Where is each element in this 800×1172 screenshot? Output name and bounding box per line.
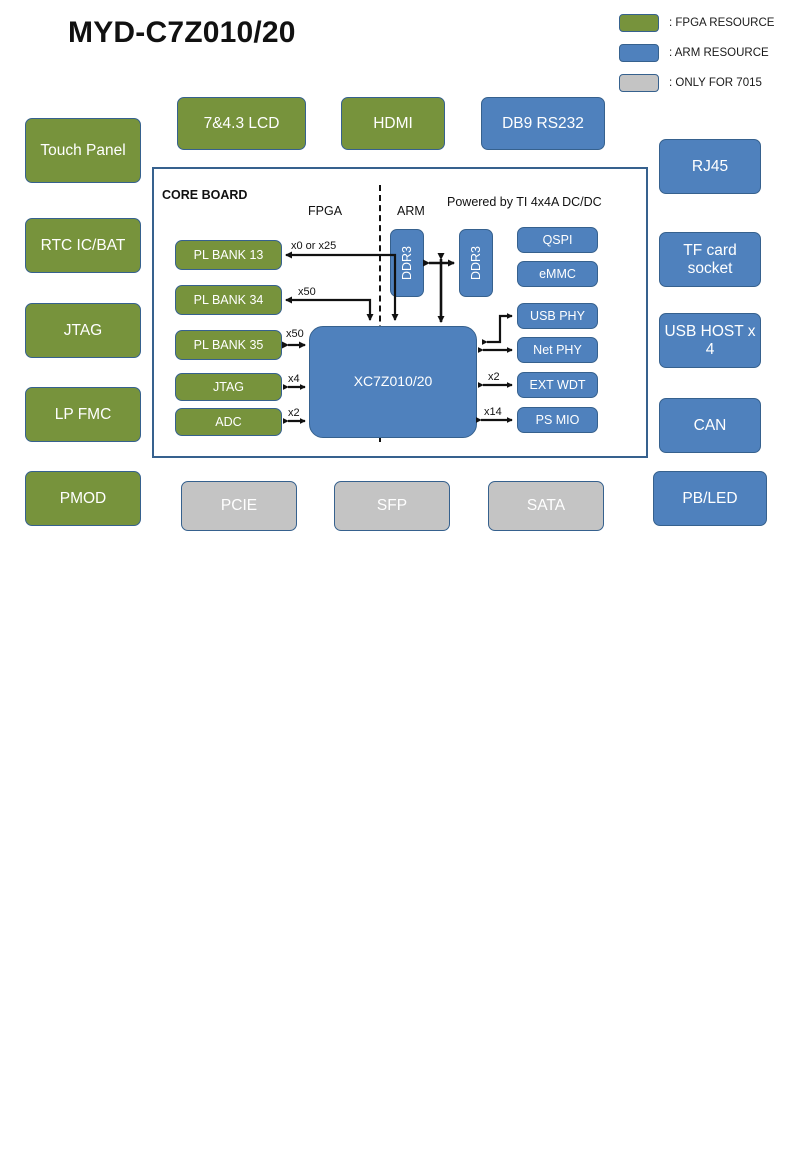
peripheral-pmod-label: PMOD [59,489,107,507]
peripheral-usb-host-label: USB HOST x 4 [664,323,756,358]
bus-label-ps-mio: x14 [484,406,502,418]
peripheral-pb-led-label: PB/LED [682,489,738,507]
peripheral-pcie[interactable]: PCIE [181,481,297,531]
legend-label-fpga: : FPGA RESOURCE [669,17,775,29]
peripheral-hdmi[interactable]: HDMI [341,97,445,150]
core-block-qspi[interactable]: QSPI [517,227,598,253]
core-block-usb-phy[interactable]: USB PHY [517,303,598,329]
peripheral-tf-card-socket[interactable]: TF card socket [659,232,761,287]
watermark: 电子发烧友 www.elecfans.com [668,534,798,582]
core-block-jtag[interactable]: JTAG [175,373,282,401]
core-board-title: CORE BOARD [162,188,248,202]
legend-item-only7015: : ONLY FOR 7015 [619,72,795,94]
legend-label-arm: : ARM RESOURCE [669,47,769,59]
legend-swatch-arm [619,44,659,62]
core-block-emmc[interactable]: eMMC [517,261,598,287]
peripheral-sfp[interactable]: SFP [334,481,450,531]
core-block-net-phy[interactable]: Net PHY [517,337,598,363]
core-block-ddr3-1[interactable]: DDR3 [390,229,424,297]
core-block-pl-bank-34[interactable]: PL BANK 34 [175,285,282,315]
core-block-ext-wdt-label: EXT WDT [529,378,586,392]
core-block-ext-wdt[interactable]: EXT WDT [517,372,598,398]
legend: : FPGA RESOURCE : ARM RESOURCE : ONLY FO… [619,12,795,102]
core-block-qspi-label: QSPI [542,233,573,247]
peripheral-pcie-label: PCIE [220,497,258,515]
core-block-ps-mio[interactable]: PS MIO [517,407,598,433]
peripheral-jtag-left-label: JTAG [63,321,103,339]
core-block-jtag-label: JTAG [212,380,245,394]
peripheral-pb-led[interactable]: PB/LED [653,471,767,526]
core-block-usb-phy-label: USB PHY [530,309,585,323]
peripheral-hdmi-label: HDMI [373,114,413,132]
bus-label-ext-wdt: x2 [488,371,500,383]
peripheral-lp-fmc-label: LP FMC [54,405,112,423]
section-label-arm: ARM [397,204,425,218]
bus-label-jtag: x4 [288,373,300,385]
core-block-ddr3-2[interactable]: DDR3 [459,229,493,297]
bus-label-adc: x2 [288,407,300,419]
peripheral-lp-fmc[interactable]: LP FMC [25,387,141,442]
peripheral-rj45[interactable]: RJ45 [659,139,761,194]
peripheral-lcd-label: 7&4.3 LCD [203,114,280,132]
soc-xc7z010-20[interactable]: XC7Z010/20 [309,326,477,438]
peripheral-sata[interactable]: SATA [488,481,604,531]
legend-item-arm: : ARM RESOURCE [619,42,795,64]
peripheral-sfp-label: SFP [376,497,408,515]
core-block-ps-mio-label: PS MIO [535,413,580,427]
peripheral-sata-label: SATA [526,497,566,515]
legend-item-fpga: : FPGA RESOURCE [619,12,795,34]
bus-label-pl-bank-13: x0 or x25 [291,240,337,252]
peripheral-lcd[interactable]: 7&4.3 LCD [177,97,306,150]
core-block-adc[interactable]: ADC [175,408,282,436]
peripheral-db9-rs232[interactable]: DB9 RS232 [481,97,605,150]
core-block-ddr3-1-label: DDR3 [400,245,414,281]
peripheral-usb-host[interactable]: USB HOST x 4 [659,313,761,368]
bus-label-pl-bank-34: x50 [298,286,316,298]
core-block-pl-bank-35-label: PL BANK 35 [193,338,264,352]
peripheral-rj45-label: RJ45 [691,157,729,175]
legend-label-only7015: : ONLY FOR 7015 [669,77,762,89]
core-block-pl-bank-35[interactable]: PL BANK 35 [175,330,282,360]
core-block-adc-label: ADC [215,415,242,429]
peripheral-rtc-ic-bat[interactable]: RTC IC/BAT [25,218,141,273]
section-label-fpga: FPGA [308,204,343,218]
peripheral-touch-panel[interactable]: Touch Panel [25,118,141,183]
peripheral-tf-card-socket-label: TF card socket [683,242,737,277]
peripheral-touch-panel-label: Touch Panel [40,141,126,159]
core-block-net-phy-label: Net PHY [533,343,582,357]
core-block-pl-bank-13[interactable]: PL BANK 13 [175,240,282,270]
power-note: Powered by TI 4x4A DC/DC [447,195,602,209]
peripheral-jtag-left[interactable]: JTAG [25,303,141,358]
bus-label-pl-bank-35: x50 [286,328,304,340]
core-block-ddr3-2-label: DDR3 [469,245,483,281]
peripheral-can[interactable]: CAN [659,398,761,453]
page-title: MYD-C7Z010/20 [68,16,296,49]
peripheral-rtc-ic-bat-label: RTC IC/BAT [40,236,126,254]
peripheral-pmod[interactable]: PMOD [25,471,141,526]
soc-label: XC7Z010/20 [353,373,433,390]
peripheral-can-label: CAN [693,416,727,434]
core-block-pl-bank-13-label: PL BANK 13 [193,248,264,262]
core-block-pl-bank-34-label: PL BANK 34 [193,293,264,307]
diagram-canvas: MYD-C7Z010/20 : FPGA RESOURCE : ARM RESO… [0,0,800,586]
legend-swatch-fpga [619,14,659,32]
peripheral-db9-rs232-label: DB9 RS232 [502,114,584,132]
core-block-emmc-label: eMMC [539,267,576,281]
legend-swatch-only7015 [619,74,659,92]
